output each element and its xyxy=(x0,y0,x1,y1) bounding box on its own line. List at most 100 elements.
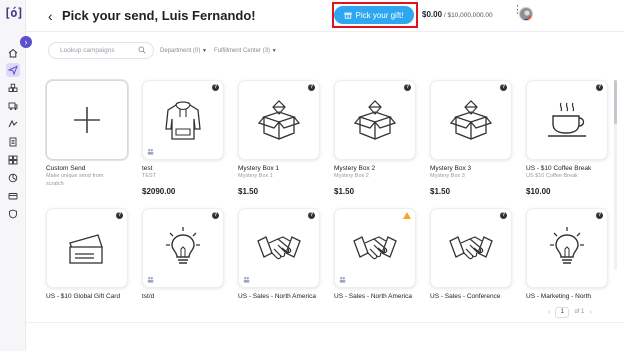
search-icon xyxy=(138,46,146,54)
card-tile[interactable]: ? xyxy=(46,208,128,288)
highlight-box xyxy=(332,2,418,28)
home-icon[interactable] xyxy=(6,46,20,60)
send-card[interactable]: ? Mystery Box 2 Mystery Box 2 $1.50 xyxy=(334,80,416,196)
info-icon[interactable]: ? xyxy=(596,212,603,219)
sidebar-toggle-button[interactable]: › xyxy=(20,36,32,48)
handshake-icon xyxy=(257,236,301,260)
card-tile[interactable]: ? xyxy=(238,80,320,160)
orders-icon[interactable] xyxy=(6,99,20,113)
lightbulb-icon xyxy=(166,227,200,264)
prev-page-button[interactable]: ‹ xyxy=(548,309,550,316)
mystery-box-icon xyxy=(353,100,397,140)
send-card[interactable]: ? US - Sales - North America xyxy=(238,208,320,300)
fulfillment-filter[interactable]: Fulfillment Center (3) ▼ xyxy=(214,48,277,54)
reports-icon[interactable] xyxy=(6,135,20,149)
page-number-input[interactable]: 1 xyxy=(555,306,570,318)
custom-send-card[interactable]: Custom Send Make unique send from scratc… xyxy=(46,80,128,188)
card-subtitle: TEST xyxy=(142,173,157,179)
card-tile[interactable]: ? xyxy=(430,208,512,288)
info-icon[interactable]: ? xyxy=(212,84,219,91)
warning-icon[interactable] xyxy=(403,212,411,219)
gift-card-icon xyxy=(69,234,103,264)
card-tile[interactable]: ? xyxy=(430,80,512,160)
next-page-button[interactable]: › xyxy=(589,309,591,316)
info-icon[interactable]: ? xyxy=(500,212,507,219)
fulfillment-filter-label: Fulfillment Center (3) xyxy=(214,48,271,54)
send-card[interactable]: ? US - $10 Coffee Break US $10 Coffee Br… xyxy=(526,80,608,196)
card-name: US - Sales - Conference xyxy=(430,293,501,300)
card-subtitle: Mystery Box 3 xyxy=(430,173,465,179)
send-card[interactable]: ? Mystery Box 3 Mystery Box 3 $1.50 xyxy=(430,80,512,196)
card-name: Mystery Box 1 xyxy=(238,165,280,172)
mystery-box-icon xyxy=(257,100,301,140)
card-tile[interactable] xyxy=(46,80,128,160)
more-options-icon[interactable]: ⋮ xyxy=(512,5,523,16)
handshake-icon xyxy=(353,236,397,260)
info-icon[interactable]: ? xyxy=(404,84,411,91)
card-subtitle: US $10 Coffee Break xyxy=(526,173,578,179)
security-icon[interactable] xyxy=(6,207,20,221)
card-tile[interactable]: ? xyxy=(142,80,224,160)
scrollbar-thumb[interactable] xyxy=(614,80,617,124)
group-icon xyxy=(243,277,250,283)
info-icon[interactable]: ? xyxy=(116,212,123,219)
search-placeholder: Lookup campaigns xyxy=(60,47,115,54)
card-name: US - Sales - North America xyxy=(238,293,317,300)
card-tile[interactable]: ? xyxy=(238,208,320,288)
info-icon[interactable]: ? xyxy=(500,84,507,91)
search-input[interactable]: Lookup campaigns xyxy=(48,42,154,59)
info-icon[interactable]: ? xyxy=(212,212,219,219)
lightbulb-icon xyxy=(550,227,584,264)
card-name: Custom Send xyxy=(46,165,86,172)
card-subtitle: Make unique send from xyxy=(46,173,104,179)
card-name: US - $10 Coffee Break xyxy=(526,165,592,172)
hoodie-icon xyxy=(165,101,201,140)
analytics-icon[interactable] xyxy=(6,171,20,185)
campaigns-icon[interactable] xyxy=(6,117,20,131)
department-filter-label: Department (0) xyxy=(160,48,201,54)
group-icon xyxy=(339,277,346,283)
top-header: ‹ Pick your send, Luis Fernando! Pick yo… xyxy=(26,0,624,32)
send-card[interactable]: ? US - $10 Global Gift Card xyxy=(46,208,128,300)
inventory-icon[interactable] xyxy=(6,81,20,95)
back-button[interactable]: ‹ xyxy=(48,8,53,24)
send-card[interactable]: ? US - Sales - Conference xyxy=(430,208,512,300)
send-card[interactable]: ? tst/d xyxy=(142,208,224,300)
balance-amount: $0.00 xyxy=(422,10,443,19)
card-name: Mystery Box 2 xyxy=(334,165,376,172)
send-card[interactable]: ? US - Marketing - North xyxy=(526,208,608,300)
avatar[interactable] xyxy=(519,7,533,21)
billing-icon[interactable] xyxy=(6,189,20,203)
coffee-cup-icon xyxy=(548,102,586,137)
department-filter[interactable]: Department (0) ▼ xyxy=(160,48,207,54)
card-subtitle: Mystery Box 2 xyxy=(334,173,369,179)
card-tile[interactable]: ? xyxy=(526,208,608,288)
handshake-icon xyxy=(449,236,493,260)
page-total: of 1 xyxy=(574,309,585,315)
info-icon[interactable]: ? xyxy=(596,84,603,91)
send-icon[interactable] xyxy=(6,63,20,77)
avatar-status-dot xyxy=(528,16,532,20)
plus-icon xyxy=(74,107,100,133)
card-tile[interactable]: ? xyxy=(142,208,224,288)
group-icon xyxy=(147,149,154,155)
card-tile[interactable]: ? xyxy=(526,80,608,160)
info-icon[interactable]: ? xyxy=(308,84,315,91)
send-card[interactable]: ? test TEST $2090.00 xyxy=(142,80,224,196)
card-name: test xyxy=(142,165,153,172)
card-price: $2090.00 xyxy=(142,187,176,196)
divider xyxy=(26,322,624,323)
group-icon xyxy=(147,277,154,283)
card-price: $1.50 xyxy=(238,187,259,196)
logo: [ó] xyxy=(4,6,24,20)
card-tile[interactable]: ? xyxy=(334,80,416,160)
integrations-icon[interactable] xyxy=(6,153,20,167)
send-card[interactable]: US - Sales - North America xyxy=(334,208,416,300)
card-price: $1.50 xyxy=(430,187,451,196)
card-name: US - Marketing - North xyxy=(526,293,592,300)
card-tile[interactable] xyxy=(334,208,416,288)
chevron-down-icon: ▼ xyxy=(271,48,277,54)
send-card[interactable]: ? Mystery Box 1 Mystery Box 1 $1.50 xyxy=(238,80,320,196)
info-icon[interactable]: ? xyxy=(308,212,315,219)
balance-limit: $10,000,000.00 xyxy=(447,12,493,19)
